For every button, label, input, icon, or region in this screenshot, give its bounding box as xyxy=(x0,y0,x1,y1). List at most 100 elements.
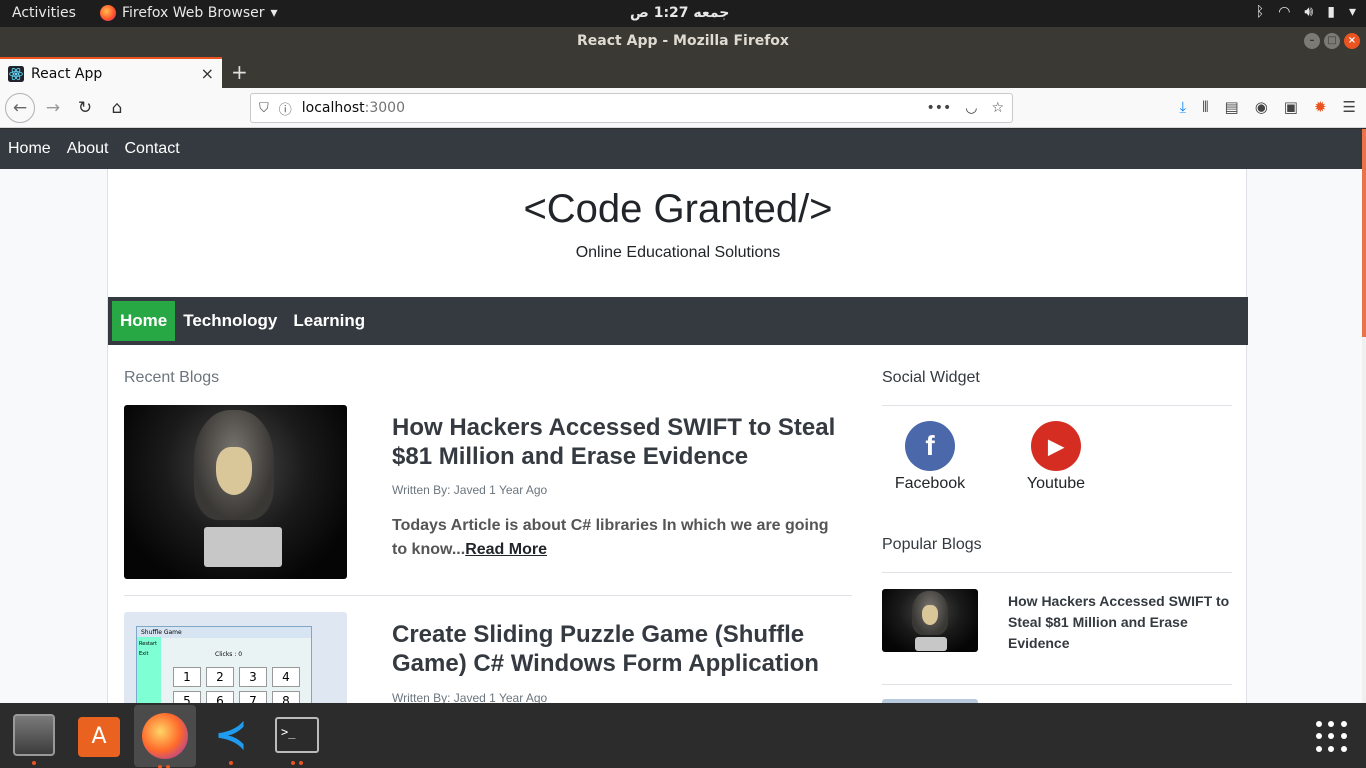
url-host: localhost xyxy=(301,100,365,116)
post-thumbnail[interactable] xyxy=(124,405,347,579)
site-nav-about[interactable]: About xyxy=(67,140,109,158)
page-actions-icon[interactable]: ••• xyxy=(926,100,951,116)
sidebar-icon[interactable]: ▤ xyxy=(1225,98,1239,116)
post-title[interactable]: Create Sliding Puzzle Game (Shuffle Game… xyxy=(392,620,852,678)
puzzle-tile: 4 xyxy=(272,667,300,687)
show-applications-icon[interactable] xyxy=(1316,721,1348,753)
window-title-bar: React App - Mozilla Firefox – □ × xyxy=(0,27,1366,55)
shield-icon[interactable]: ⛉ xyxy=(259,101,269,116)
blog-post: Shuffle Game Restart Exit Clicks : 0 1 2… xyxy=(124,612,854,703)
social-facebook[interactable]: f Facebook xyxy=(880,421,980,493)
social-youtube[interactable]: ▶ Youtube xyxy=(1006,421,1106,493)
download-icon[interactable]: ⤓ xyxy=(1180,98,1187,116)
toolbar-icons: ⤓ ⫴ ▤ ◉ ▣ ✹ ☰ xyxy=(1180,98,1356,116)
tab-react-app[interactable]: React App × xyxy=(0,57,222,88)
category-home[interactable]: Home xyxy=(112,301,176,341)
tab-strip: React App × + xyxy=(0,55,1366,88)
category-nav: Home Technology Learning xyxy=(108,297,1248,345)
facebook-icon: f xyxy=(905,421,955,471)
puzzle-tile: 6 xyxy=(206,691,234,703)
clock[interactable]: جمعه 1:27 ص xyxy=(630,5,729,21)
battery-icon[interactable]: ▮ xyxy=(1327,4,1335,20)
navigation-toolbar: ← → ↻ ⌂ ⛉ ⓘ localhost :3000 ••• ◡ ☆ ⤓ ⫴ … xyxy=(0,88,1366,128)
sidebar-divider xyxy=(882,405,1232,406)
site-nav-contact[interactable]: Contact xyxy=(125,140,180,158)
new-tab-button[interactable]: + xyxy=(231,60,248,84)
software-center-icon[interactable]: A xyxy=(75,711,123,759)
hacker-image xyxy=(882,589,978,652)
firefox-dock-icon[interactable] xyxy=(134,705,196,768)
scrollbar-thumb[interactable] xyxy=(1362,129,1366,337)
post-excerpt-text: Todays Article is about C# libraries In … xyxy=(392,517,829,558)
extension-icon[interactable]: ▣ xyxy=(1284,98,1298,116)
bluetooth-icon[interactable]: ᛒ xyxy=(1256,4,1264,20)
puzzle-screenshot-image: Shuffle Game Restart Exit Clicks : 0 1 2… xyxy=(124,612,347,703)
pocket-icon[interactable]: ◡ xyxy=(965,100,977,116)
post-excerpt: Todays Article is about C# libraries In … xyxy=(392,514,842,562)
terminal-icon[interactable]: >_ xyxy=(273,711,321,765)
puzzle-tile: 5 xyxy=(173,691,201,703)
chevron-down-icon[interactable]: ▾ xyxy=(1349,4,1356,20)
url-bar[interactable]: ⛉ ⓘ localhost :3000 ••• ◡ ☆ xyxy=(250,93,1013,123)
post-divider xyxy=(124,595,852,596)
youtube-icon: ▶ xyxy=(1031,421,1081,471)
close-tab-icon[interactable]: × xyxy=(201,64,214,83)
info-icon[interactable]: ⓘ xyxy=(279,99,292,118)
post-meta: Written By: Javed 1 Year Ago xyxy=(392,483,548,497)
menu-icon[interactable]: ☰ xyxy=(1343,98,1356,116)
read-more-link[interactable]: Read More xyxy=(465,541,547,558)
bookmark-star-icon[interactable]: ☆ xyxy=(991,100,1004,116)
account-icon[interactable]: ◉ xyxy=(1255,98,1268,116)
recent-blogs-title: Recent Blogs xyxy=(124,369,220,386)
puzzle-window-title: Shuffle Game xyxy=(137,627,311,638)
category-learning[interactable]: Learning xyxy=(285,301,373,341)
firefox-icon xyxy=(100,5,116,21)
popular-blogs-title: Popular Blogs xyxy=(882,536,982,553)
chevron-down-icon: ▾ xyxy=(270,5,278,21)
volume-icon[interactable]: 🔊︎ xyxy=(1304,4,1313,20)
system-tray[interactable]: ᛒ ◠ 🔊︎ ▮ ▾ xyxy=(1256,4,1356,20)
post-title[interactable]: How Hackers Accessed SWIFT to Steal $81 … xyxy=(392,413,852,471)
category-technology[interactable]: Technology xyxy=(175,301,285,341)
close-window-button[interactable]: × xyxy=(1344,33,1360,49)
react-icon xyxy=(8,65,24,82)
popular-blog-item[interactable]: How Hackers Accessed SWIFT to Steal $81 … xyxy=(882,589,1232,659)
back-button[interactable]: ← xyxy=(5,93,35,123)
minimize-button[interactable]: – xyxy=(1304,33,1320,49)
site-tagline: Online Educational Solutions xyxy=(575,244,781,261)
wifi-icon[interactable]: ◠ xyxy=(1278,4,1290,20)
window-controls: – □ × xyxy=(1304,33,1360,49)
reload-button[interactable]: ↻ xyxy=(73,96,97,120)
post-thumbnail[interactable]: Shuffle Game Restart Exit Clicks : 0 1 2… xyxy=(124,612,347,703)
activities-button[interactable]: Activities xyxy=(12,5,76,21)
blog-post: How Hackers Accessed SWIFT to Steal $81 … xyxy=(124,405,854,585)
post-meta: Written By: Javed 1 Year Ago xyxy=(392,691,548,703)
gnome-top-bar: Activities Firefox Web Browser ▾ جمعه 1:… xyxy=(0,0,1366,27)
window-title: React App - Mozilla Firefox xyxy=(577,33,789,49)
page-viewport: Home About Contact <Code Granted/> Onlin… xyxy=(0,129,1366,703)
puzzle-tile: 3 xyxy=(239,667,267,687)
sidebar-divider xyxy=(882,684,1232,685)
page-scrollbar[interactable] xyxy=(1362,129,1366,703)
puzzle-tile: 7 xyxy=(239,691,267,703)
url-port: :3000 xyxy=(364,100,405,116)
popular-blog-title[interactable]: How Hackers Accessed SWIFT to Steal $81 … xyxy=(1008,591,1234,654)
home-icon[interactable]: ⌂ xyxy=(105,96,129,120)
puzzle-exit-label: Exit xyxy=(139,651,149,657)
files-app-icon[interactable] xyxy=(10,711,58,765)
extension-sun-icon[interactable]: ✹ xyxy=(1314,98,1327,116)
social-youtube-label: Youtube xyxy=(1026,475,1086,492)
site-nav-home[interactable]: Home xyxy=(8,140,51,158)
app-menu-label: Firefox Web Browser xyxy=(122,5,265,21)
puzzle-clicks: Clicks : 0 xyxy=(215,651,243,658)
ubuntu-dock: A ≺ >_ xyxy=(0,703,1366,768)
popular-blog-thumbnail[interactable] xyxy=(882,589,978,652)
vscode-icon[interactable]: ≺ xyxy=(207,711,255,765)
hacker-image xyxy=(124,405,347,579)
forward-button[interactable]: → xyxy=(41,96,65,120)
tab-label: React App xyxy=(31,65,103,82)
app-menu[interactable]: Firefox Web Browser ▾ xyxy=(100,5,278,21)
sidebar-divider xyxy=(882,572,1232,573)
library-icon[interactable]: ⫴ xyxy=(1202,98,1208,116)
maximize-button[interactable]: □ xyxy=(1324,33,1340,49)
